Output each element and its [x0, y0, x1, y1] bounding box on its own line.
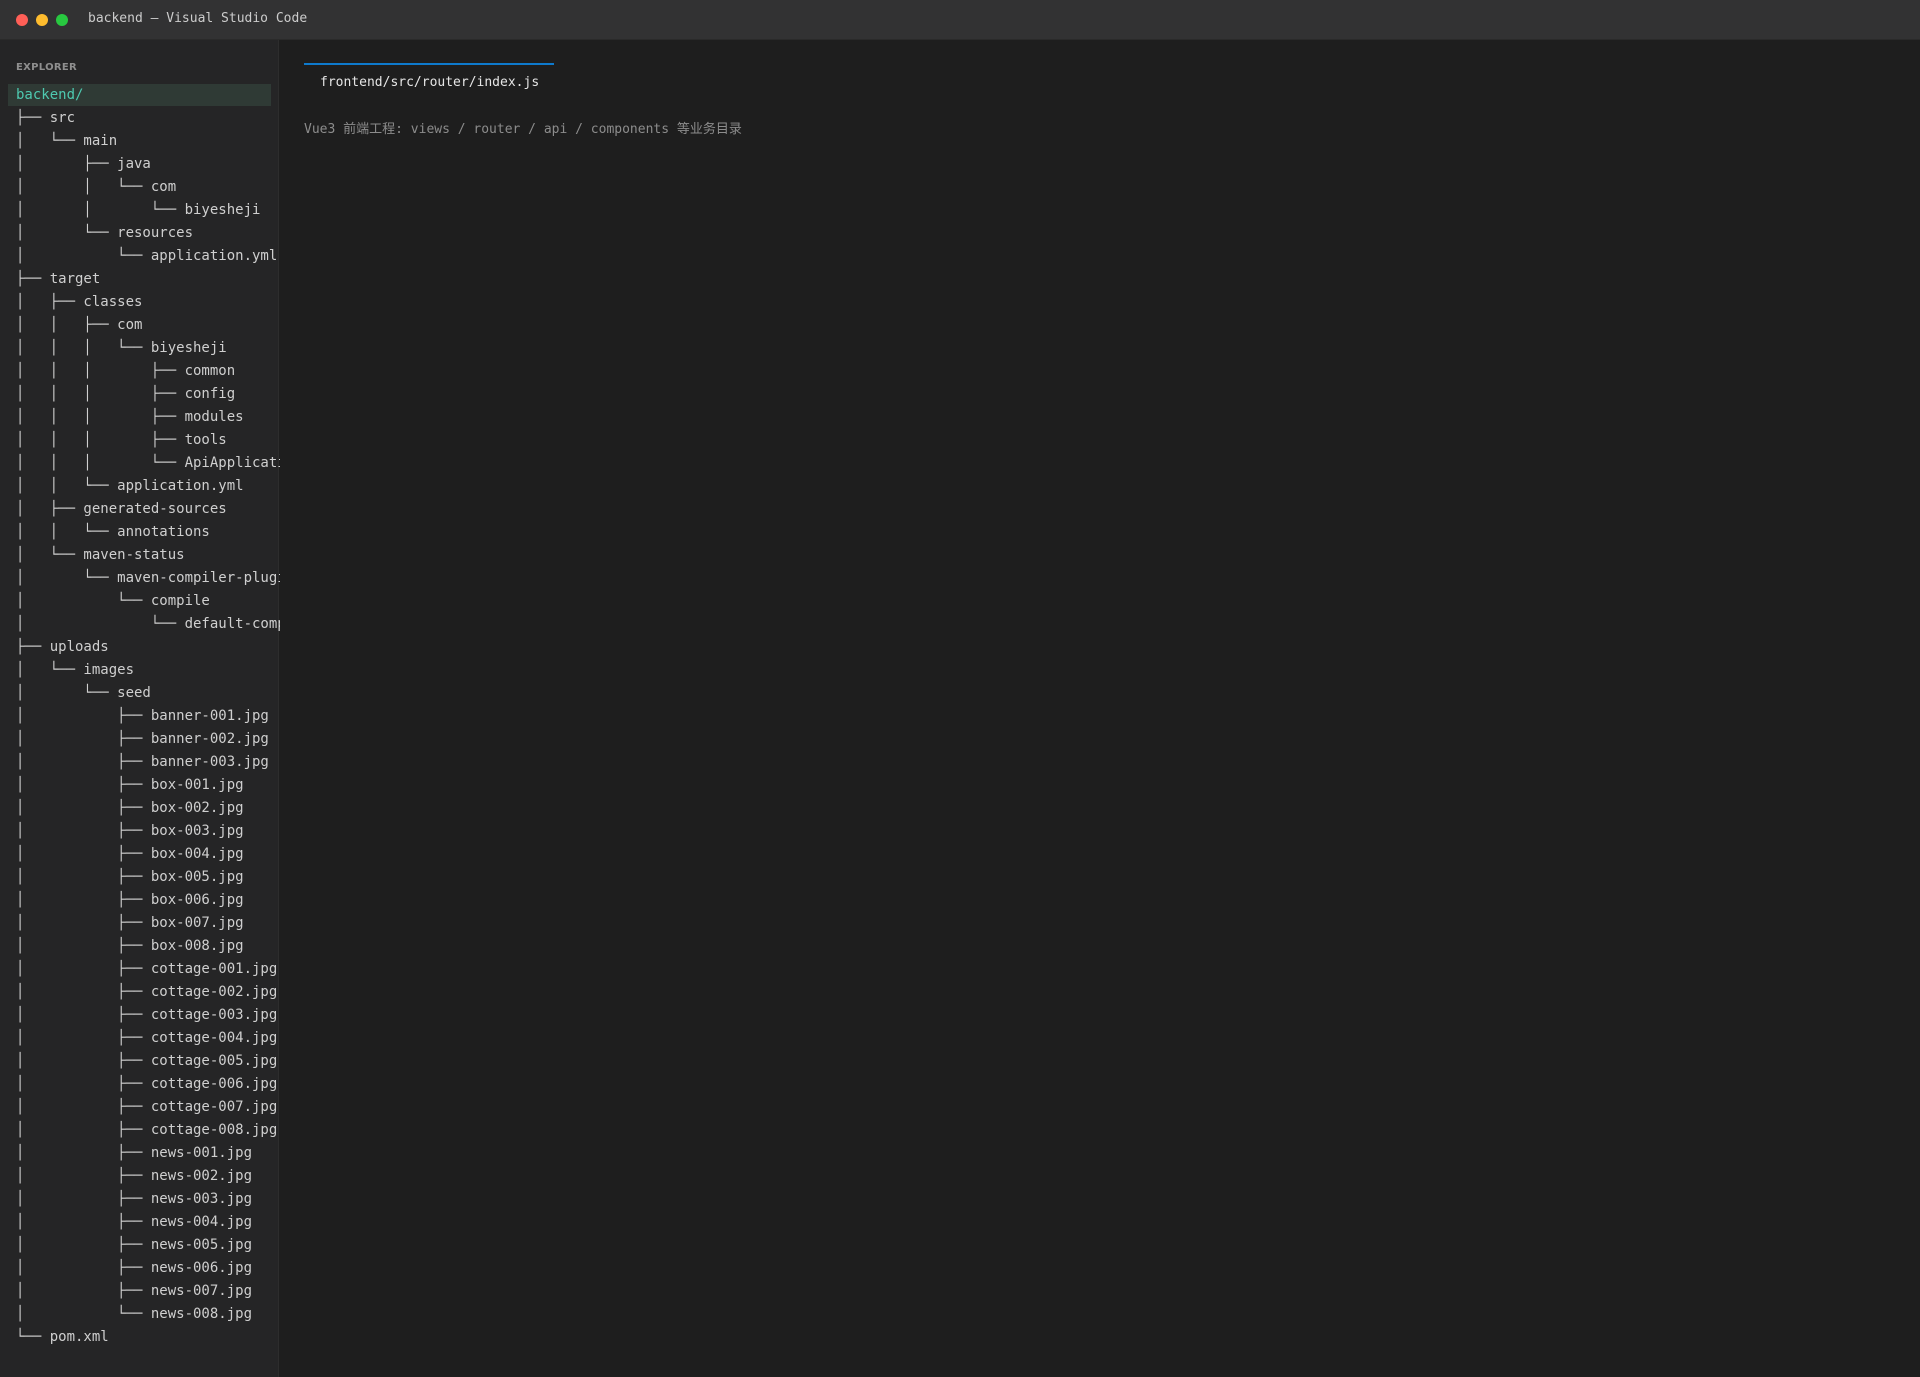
close-window-button[interactable]: [16, 14, 28, 26]
explorer-sidebar: EXPLORER backend/├── src │ └── main │ ├── …: [0, 40, 353, 1377]
editor-tab-label: frontend/src/router/index.js: [320, 75, 540, 90]
editor-tab[interactable]: frontend/src/router/index.js: [304, 63, 554, 99]
maximize-window-button[interactable]: [56, 14, 68, 26]
explorer-header: EXPLORER: [16, 62, 78, 73]
editor-area: frontend/src/router/index.js Vue3 前端工程: …: [280, 40, 1920, 1377]
title-bar: backend — Visual Studio Code: [0, 0, 1920, 40]
minimize-window-button[interactable]: [36, 14, 48, 26]
editor-note: Vue3 前端工程: views / router / api / compon…: [304, 122, 742, 137]
window-title: backend — Visual Studio Code: [88, 11, 308, 26]
